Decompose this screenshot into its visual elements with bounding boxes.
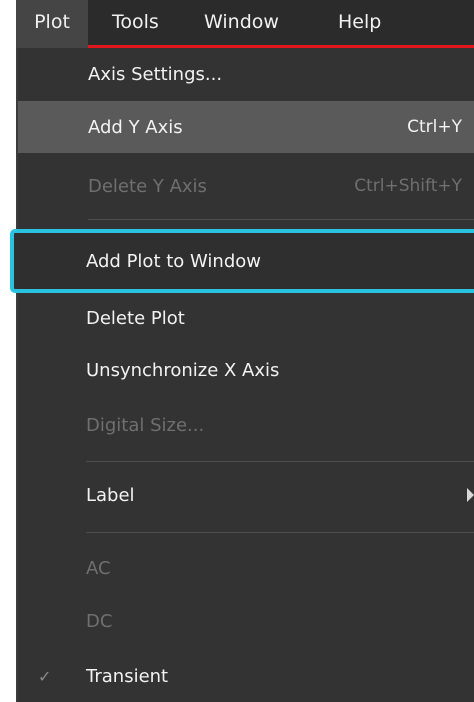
- menu-separator: [88, 219, 474, 220]
- menu-item-label: Digital Size...: [86, 414, 205, 436]
- app-window: Plot Tools Window Help Axis Settings... …: [0, 0, 474, 702]
- menu-item-label: Delete Y Axis: [88, 175, 207, 197]
- menu-separator: [86, 532, 474, 533]
- menu-item-axis-settings[interactable]: Axis Settings...: [18, 48, 474, 100]
- menu-item-label: Label: [86, 484, 135, 506]
- menu-item-label: Unsynchronize X Axis: [86, 359, 280, 381]
- menu-tools[interactable]: Tools: [112, 0, 159, 45]
- menu-item-label: Transient: [86, 665, 169, 687]
- menu-item-label: Axis Settings...: [88, 63, 223, 85]
- menu-item-delete-y-axis[interactable]: Delete Y Axis Ctrl+Shift+Y: [18, 160, 474, 212]
- menu-item-unsynchronize-x-axis[interactable]: Unsynchronize X Axis: [16, 344, 474, 396]
- menu-item-dc[interactable]: DC: [16, 595, 474, 647]
- menu-item-ac[interactable]: AC: [16, 542, 474, 594]
- menu-item-label-submenu[interactable]: Label: [16, 469, 474, 521]
- check-icon: ✓: [38, 666, 52, 686]
- menu-item-label: AC: [86, 557, 111, 579]
- menu-item-transient[interactable]: ✓ Transient: [16, 650, 474, 702]
- menu-item-label: Delete Plot: [86, 307, 185, 329]
- menu-item-delete-plot[interactable]: Delete Plot: [16, 292, 474, 344]
- menu-item-label: DC: [86, 610, 113, 632]
- chevron-right-icon: [467, 488, 474, 502]
- menu-item-shortcut: Ctrl+Shift+Y: [354, 176, 462, 196]
- menu-help[interactable]: Help: [338, 0, 381, 45]
- menu-item-add-y-axis[interactable]: Add Y Axis Ctrl+Y: [18, 101, 474, 153]
- menu-item-shortcut: Ctrl+Y: [407, 117, 462, 137]
- menu-separator: [86, 461, 474, 462]
- menu-item-add-plot-to-window[interactable]: Add Plot to Window: [16, 235, 474, 287]
- menu-item-label: Add Plot to Window: [86, 250, 261, 272]
- menu-item-digital-size[interactable]: Digital Size...: [16, 399, 474, 451]
- menu-plot[interactable]: Plot: [16, 0, 88, 48]
- menu-window[interactable]: Window: [204, 0, 279, 45]
- menu-item-label: Add Y Axis: [88, 116, 183, 138]
